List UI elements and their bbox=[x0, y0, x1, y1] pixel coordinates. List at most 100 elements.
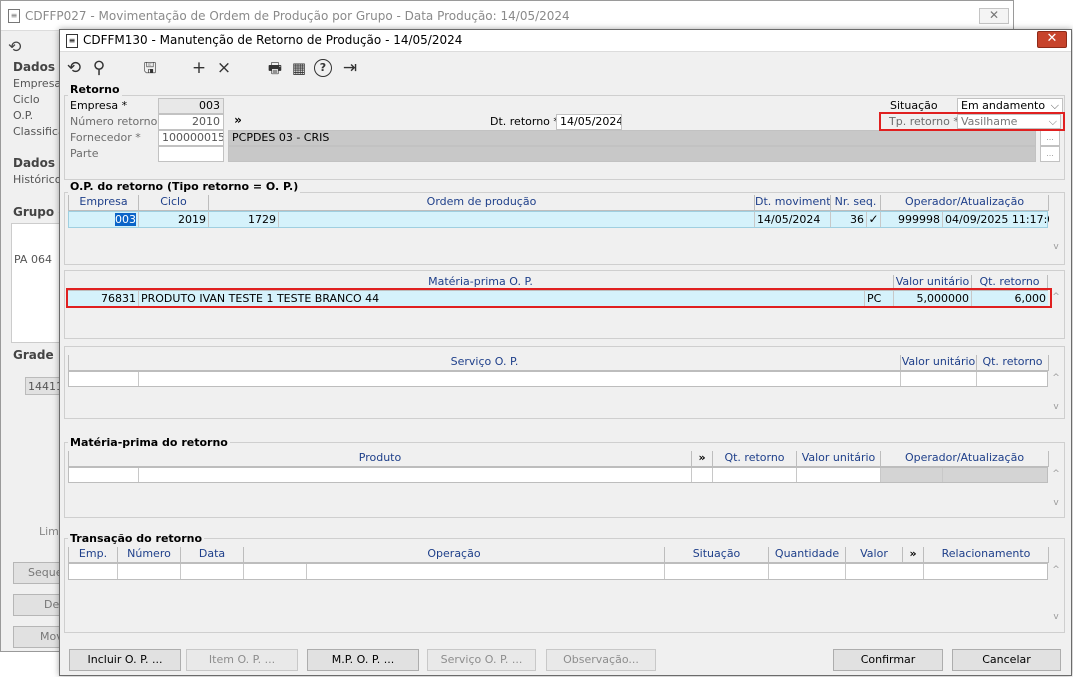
op-cell-ordem[interactable]: 1729 bbox=[209, 212, 279, 227]
document-icon: ≡ bbox=[66, 34, 78, 48]
trans-col-lookup[interactable]: » bbox=[903, 547, 924, 563]
servico-cell-valor[interactable] bbox=[901, 372, 977, 386]
background-title: CDFFP027 - Movimentação de Ordem de Prod… bbox=[25, 9, 570, 23]
trans-col-situacao: Situação bbox=[665, 547, 769, 563]
servico-op-button[interactable]: Serviço O. P. ... bbox=[427, 649, 536, 671]
op-cell-dt[interactable]: 14/05/2024 bbox=[755, 212, 831, 227]
bg-sequencia-button[interactable]: Sequen bbox=[13, 562, 63, 584]
trans-col-valor: Valor bbox=[846, 547, 903, 563]
trans-cell-valor[interactable] bbox=[846, 564, 924, 579]
document-icon: ≡ bbox=[8, 9, 20, 23]
servico-table-row[interactable] bbox=[68, 371, 1048, 387]
undo-icon[interactable]: ⟲ bbox=[63, 58, 85, 80]
close-button[interactable]: ✕ bbox=[1037, 31, 1067, 48]
empresa-field[interactable]: 003 bbox=[158, 98, 224, 114]
bg-label-op: O.P. bbox=[13, 109, 34, 122]
item-op-button[interactable]: Item O. P. ... bbox=[186, 649, 298, 671]
mpr-cell-atualizacao bbox=[943, 468, 1047, 482]
mpr-scroll-up[interactable]: ^ bbox=[1050, 469, 1062, 479]
parte-field[interactable] bbox=[158, 146, 224, 162]
op-col-empresa: Empresa bbox=[69, 195, 139, 211]
op-table-row[interactable]: 003 2019 1729 14/05/2024 36 ✓ 999998 04/… bbox=[68, 211, 1049, 228]
numero-retorno-label: Número retorno * bbox=[70, 115, 167, 128]
op-cell-ordem-desc bbox=[279, 212, 755, 227]
numero-retorno-field[interactable]: 2010 bbox=[158, 114, 224, 130]
bg-section-grade: Grade bbox=[13, 348, 54, 362]
calendar-icon[interactable]: ▦ bbox=[288, 58, 310, 80]
servico-col-servico: Serviço O. P. bbox=[69, 355, 901, 371]
trans-cell-emp[interactable] bbox=[69, 564, 118, 579]
servico-cell-code[interactable] bbox=[69, 372, 139, 386]
servico-scroll-up[interactable]: ^ bbox=[1050, 373, 1062, 383]
retorno-group-title: Retorno bbox=[68, 83, 122, 96]
dt-retorno-field[interactable]: 14/05/2024 bbox=[556, 114, 622, 130]
mpr-cell-qt[interactable] bbox=[713, 468, 797, 482]
mpr-cell-valor[interactable] bbox=[797, 468, 881, 482]
op-cell-operador: 999998 bbox=[881, 212, 943, 227]
save-icon[interactable]: 🖫 bbox=[139, 58, 161, 80]
mp-retorno-group-title: Matéria-prima do retorno bbox=[68, 436, 230, 449]
bg-grupo-item[interactable]: PA 064 bbox=[14, 253, 52, 266]
op-cell-ciclo[interactable]: 2019 bbox=[139, 212, 209, 227]
fornecedor-ellipsis-button[interactable]: ... bbox=[1040, 130, 1060, 146]
op-scroll-down[interactable]: v bbox=[1050, 242, 1062, 252]
numero-lookup-button[interactable]: » bbox=[228, 113, 248, 130]
parte-ellipsis-button[interactable]: ... bbox=[1040, 146, 1060, 162]
trans-col-quantidade: Quantidade bbox=[769, 547, 846, 563]
trans-cell-situacao[interactable] bbox=[665, 564, 769, 579]
bg-grupo-list[interactable]: PA 064 bbox=[11, 223, 61, 343]
delete-icon[interactable]: × bbox=[213, 58, 235, 80]
transacao-table-row[interactable] bbox=[68, 563, 1048, 580]
incluir-op-button[interactable]: Incluir O. P. ... bbox=[69, 649, 181, 671]
op-cell-seq[interactable]: 36 bbox=[831, 212, 867, 227]
trans-cell-numero[interactable] bbox=[118, 564, 181, 579]
trans-col-numero: Número bbox=[118, 547, 181, 563]
mp-op-button[interactable]: M.P. O. P. ... bbox=[307, 649, 419, 671]
servico-cell-desc[interactable] bbox=[139, 372, 901, 386]
mpr-cell-lookup[interactable] bbox=[692, 468, 713, 482]
fornecedor-field[interactable]: 100000015 bbox=[158, 130, 224, 146]
help-icon[interactable]: ? bbox=[314, 59, 332, 77]
op-checkbox[interactable]: ✓ bbox=[867, 212, 881, 227]
situacao-value: Em andamento bbox=[961, 99, 1046, 112]
mp-scroll-up[interactable]: ^ bbox=[1050, 292, 1062, 302]
bg-grade-cell[interactable]: 14411 bbox=[25, 377, 63, 395]
mpr-col-valor-unitario: Valor unitário bbox=[797, 451, 881, 467]
trans-scroll-down[interactable]: v bbox=[1050, 612, 1062, 622]
chevron-down-icon: ⌵ bbox=[1048, 115, 1057, 128]
trans-col-relacionamento: Relacionamento bbox=[924, 547, 1049, 563]
mp-retorno-table-row[interactable] bbox=[68, 467, 1048, 483]
op-group-title: O.P. do retorno (Tipo retorno = O. P.) bbox=[68, 180, 301, 193]
bg-label-classifica: Classifica bbox=[13, 125, 65, 138]
trans-cell-quantidade[interactable] bbox=[769, 564, 846, 579]
mpr-col-lookup[interactable]: » bbox=[692, 451, 713, 467]
trans-scroll-up[interactable]: ^ bbox=[1050, 565, 1062, 575]
empresa-label: Empresa * bbox=[70, 99, 128, 112]
op-col-ciclo: Ciclo bbox=[139, 195, 209, 211]
op-cell-empresa[interactable]: 003 bbox=[69, 212, 139, 227]
bg-de-button[interactable]: De bbox=[13, 594, 63, 616]
trans-cell-op-code[interactable] bbox=[244, 564, 307, 579]
undo-icon[interactable]: ⟲ bbox=[8, 37, 21, 56]
trans-cell-operacao[interactable] bbox=[307, 564, 665, 579]
tp-retorno-label: Tp. retorno * bbox=[889, 115, 959, 128]
mpr-cell-produto[interactable] bbox=[139, 468, 692, 482]
servico-scroll-down[interactable]: v bbox=[1050, 402, 1062, 412]
main-titlebar: ≡ CDFFM130 - Manutenção de Retorno de Pr… bbox=[60, 30, 1071, 52]
mpr-cell-operador bbox=[881, 468, 943, 482]
search-icon[interactable]: ⚲ bbox=[88, 58, 110, 80]
bg-grade-value: 14411 bbox=[28, 380, 63, 393]
mpr-scroll-down[interactable]: v bbox=[1050, 498, 1062, 508]
mpr-cell-code[interactable] bbox=[69, 468, 139, 482]
print-icon[interactable]: 🖶 bbox=[264, 58, 286, 80]
tp-retorno-select[interactable]: Vasilhame ⌵ bbox=[957, 114, 1061, 129]
background-close-button[interactable]: ✕ bbox=[979, 8, 1009, 24]
exit-icon[interactable]: ⇥ bbox=[339, 58, 361, 80]
trans-cell-data[interactable] bbox=[181, 564, 244, 579]
bg-mov-button[interactable]: Mov bbox=[13, 626, 63, 648]
confirmar-button[interactable]: Confirmar bbox=[833, 649, 943, 671]
cancelar-button[interactable]: Cancelar bbox=[952, 649, 1061, 671]
observacao-button[interactable]: Observação... bbox=[546, 649, 656, 671]
add-icon[interactable]: + bbox=[188, 58, 210, 80]
servico-table-header: Serviço O. P. Valor unitário Qt. retorno bbox=[68, 355, 1049, 371]
